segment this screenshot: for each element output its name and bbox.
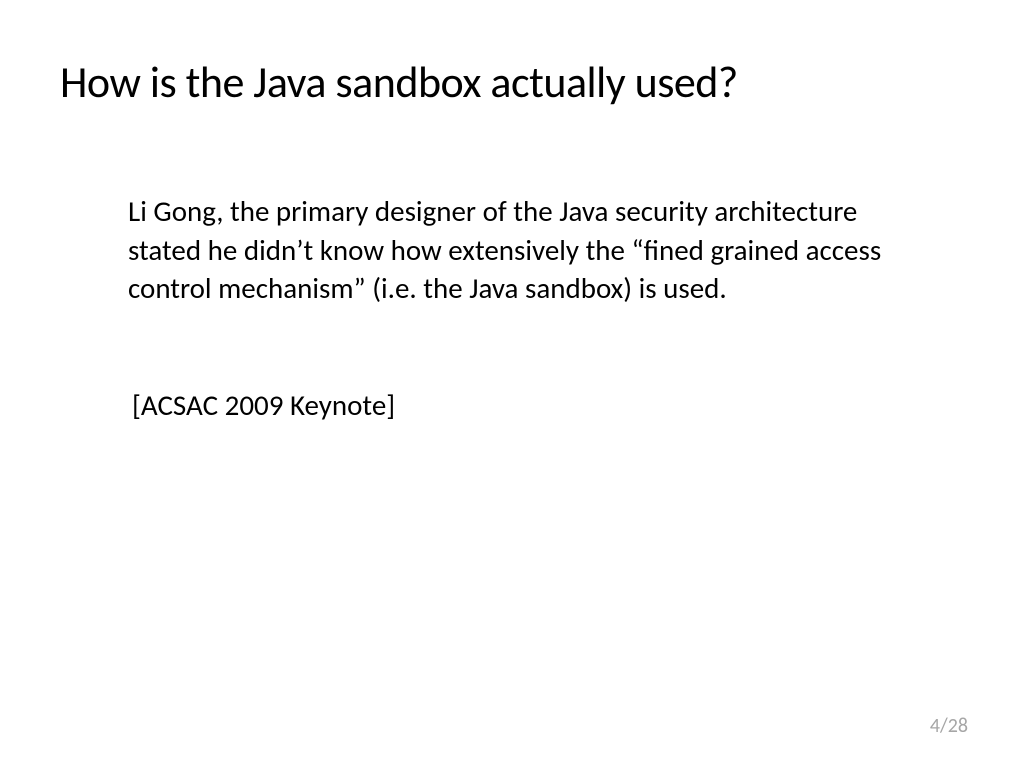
page-number: 4/28 [930, 714, 968, 738]
slide-container: How is the Java sandbox actually used? L… [0, 0, 1024, 768]
slide-body-text: Li Gong, the primary designer of the Jav… [128, 192, 884, 307]
slide-citation: [ACSAC 2009 Keynote] [132, 387, 964, 423]
slide-title: How is the Java sandbox actually used? [60, 58, 964, 106]
